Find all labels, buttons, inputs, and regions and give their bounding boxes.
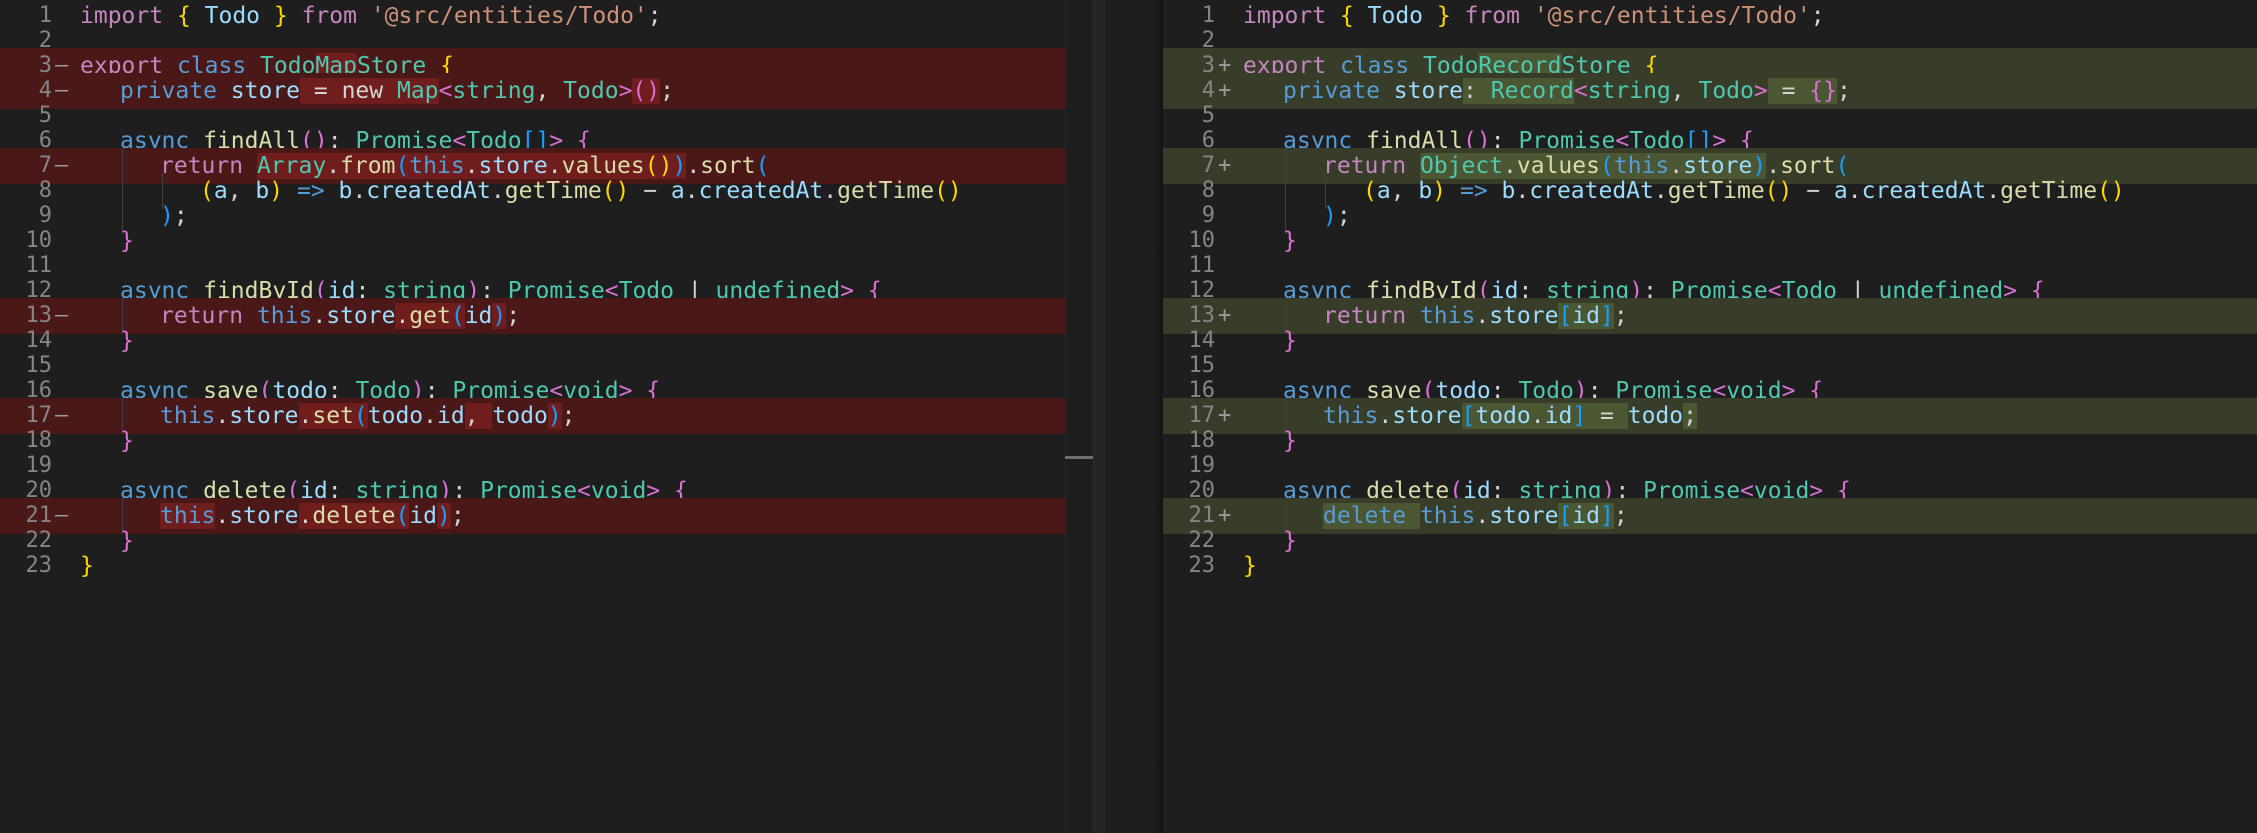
modified-editor-pane[interactable]: 1 import { Todo } from '@src/entities/Tod… xyxy=(1163,0,2257,833)
split-sash[interactable] xyxy=(1093,0,1106,833)
code-text: } xyxy=(80,548,94,584)
code-text: } xyxy=(1243,548,1257,584)
code-token: } xyxy=(1243,553,1257,579)
overview-ruler[interactable] xyxy=(1065,0,1094,833)
pane-divider xyxy=(1093,0,1163,833)
code-line[interactable]: 23} xyxy=(0,548,1093,584)
original-editor-pane[interactable]: 1 import { Todo } from '@src/entities/Tod… xyxy=(0,0,1093,833)
overview-ruler-change-marker xyxy=(1065,456,1093,459)
code-line[interactable]: 23} xyxy=(1163,548,2257,584)
line-number: 23 xyxy=(1188,553,1216,578)
line-number: 23 xyxy=(25,553,53,578)
code-token: } xyxy=(80,553,94,579)
scroll-shadow xyxy=(1153,0,1163,833)
diff-editor: 1 import { Todo } from '@src/entities/Tod… xyxy=(0,0,2257,833)
